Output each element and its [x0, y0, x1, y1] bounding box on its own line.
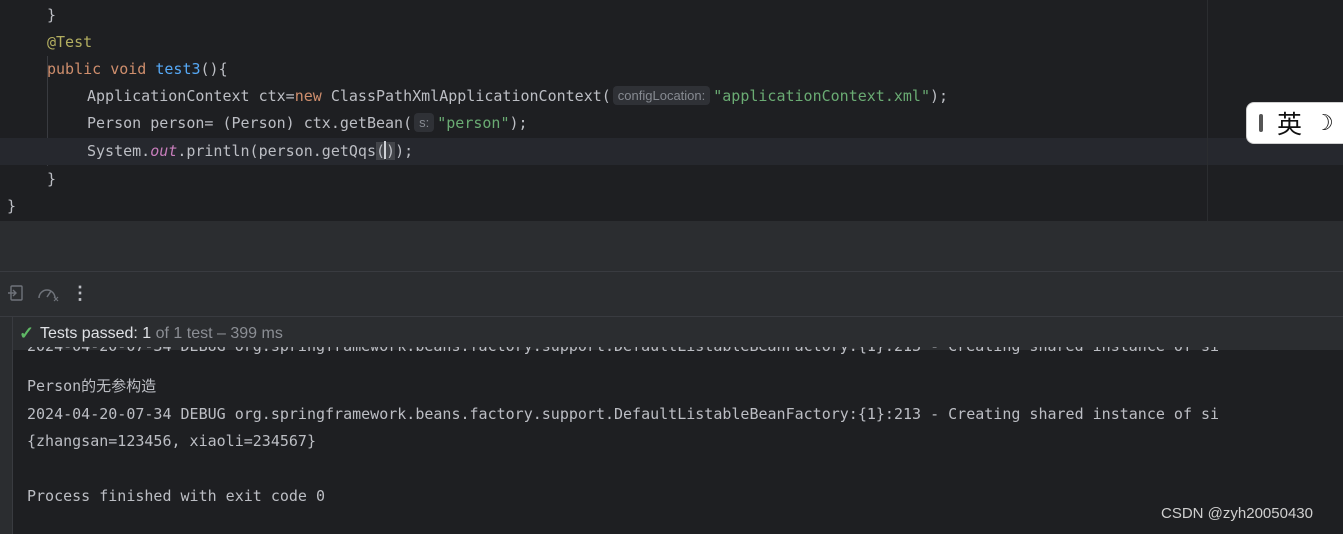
coverage-gauge-icon[interactable]	[37, 284, 59, 304]
watermark: CSDN @zyh20050430	[1161, 505, 1313, 522]
string-literal: "person"	[437, 114, 510, 132]
code-line-2[interactable]: @Test	[0, 29, 1343, 56]
code-line-7[interactable]: }	[0, 166, 1343, 193]
code-text: );	[395, 142, 414, 160]
passed-count: 1	[142, 325, 152, 342]
code-line-3[interactable]: public void test3(){	[0, 56, 1343, 83]
more-options-icon[interactable]: ⋮	[70, 284, 90, 304]
keyword-public: public	[47, 60, 102, 78]
method-signature-rest: (){	[200, 60, 228, 78]
console-line[interactable]: Process finished with exit code 0	[27, 483, 325, 510]
code-text: );	[509, 114, 528, 132]
keyword-new: new	[294, 87, 322, 105]
closing-brace: }	[7, 197, 17, 215]
console-gutter	[0, 317, 12, 534]
keyword-void: void	[110, 60, 147, 78]
console-text: 2024-04-20-07-34 DEBUG org.springframewo…	[27, 347, 1219, 355]
code-line-6-current[interactable]: System.out.println(person.getQqs());	[0, 138, 1343, 165]
run-toolbar: ⋮	[0, 272, 1343, 316]
code-text: .println(person.getQqs	[177, 142, 376, 160]
code-text: ClassPathXmlApplicationContext(	[321, 87, 611, 105]
code-line-1[interactable]: }	[0, 2, 1343, 29]
console-line[interactable]: {zhangsan=123456, xiaoli=234567}	[27, 428, 316, 455]
matched-paren-close: )	[386, 142, 396, 160]
code-text: System.	[87, 142, 151, 160]
static-field: out	[150, 142, 178, 160]
ime-toolbar[interactable]: 英 ☽	[1246, 102, 1343, 144]
right-margin-guide	[1207, 0, 1208, 221]
moon-icon[interactable]: ☽	[1314, 111, 1334, 136]
test-annotation: @Test	[47, 33, 93, 51]
method-name: test3	[155, 60, 201, 78]
test-status-bar: ✓ Tests passed: 1 of 1 test – 399 ms	[13, 317, 1343, 350]
code-line-4[interactable]: ApplicationContext ctx=new ClassPathXmlA…	[0, 83, 1343, 110]
status-prefix: Tests passed:	[40, 325, 143, 342]
ime-language-toggle[interactable]: 英	[1277, 105, 1302, 141]
editor-bottom-band	[0, 221, 1343, 271]
code-line-5[interactable]: Person person= (Person) ctx.getBean(s: "p…	[0, 110, 1343, 137]
run-console[interactable]: ✓ Tests passed: 1 of 1 test – 399 ms 202…	[13, 317, 1343, 534]
code-editor[interactable]: } @Test public void test3(){ Application…	[0, 0, 1343, 221]
console-line-partial[interactable]: 2024-04-20-07-34 DEBUG org.springframewo…	[27, 347, 1219, 360]
check-icon: ✓	[19, 323, 35, 343]
code-line-8[interactable]: }	[0, 193, 1343, 220]
code-text: ApplicationContext ctx=	[87, 87, 295, 105]
console-line[interactable]: Person的无参构造	[27, 373, 156, 400]
closing-brace: }	[47, 6, 57, 24]
closing-brace: }	[47, 170, 57, 188]
parameter-hint: s:	[414, 113, 435, 132]
ime-drag-handle[interactable]	[1259, 114, 1263, 132]
status-detail: of 1 test – 399 ms	[151, 325, 283, 342]
code-text: Person person= (Person) ctx.getBean(	[87, 114, 413, 132]
test-status-text: Tests passed: 1 of 1 test – 399 ms	[40, 317, 283, 350]
import-tests-icon[interactable]	[6, 284, 26, 304]
parameter-hint: configLocation:	[612, 86, 711, 105]
console-line[interactable]: 2024-04-20-07-34 DEBUG org.springframewo…	[27, 401, 1219, 428]
code-text: );	[930, 87, 949, 105]
string-literal: "applicationContext.xml"	[713, 87, 930, 105]
